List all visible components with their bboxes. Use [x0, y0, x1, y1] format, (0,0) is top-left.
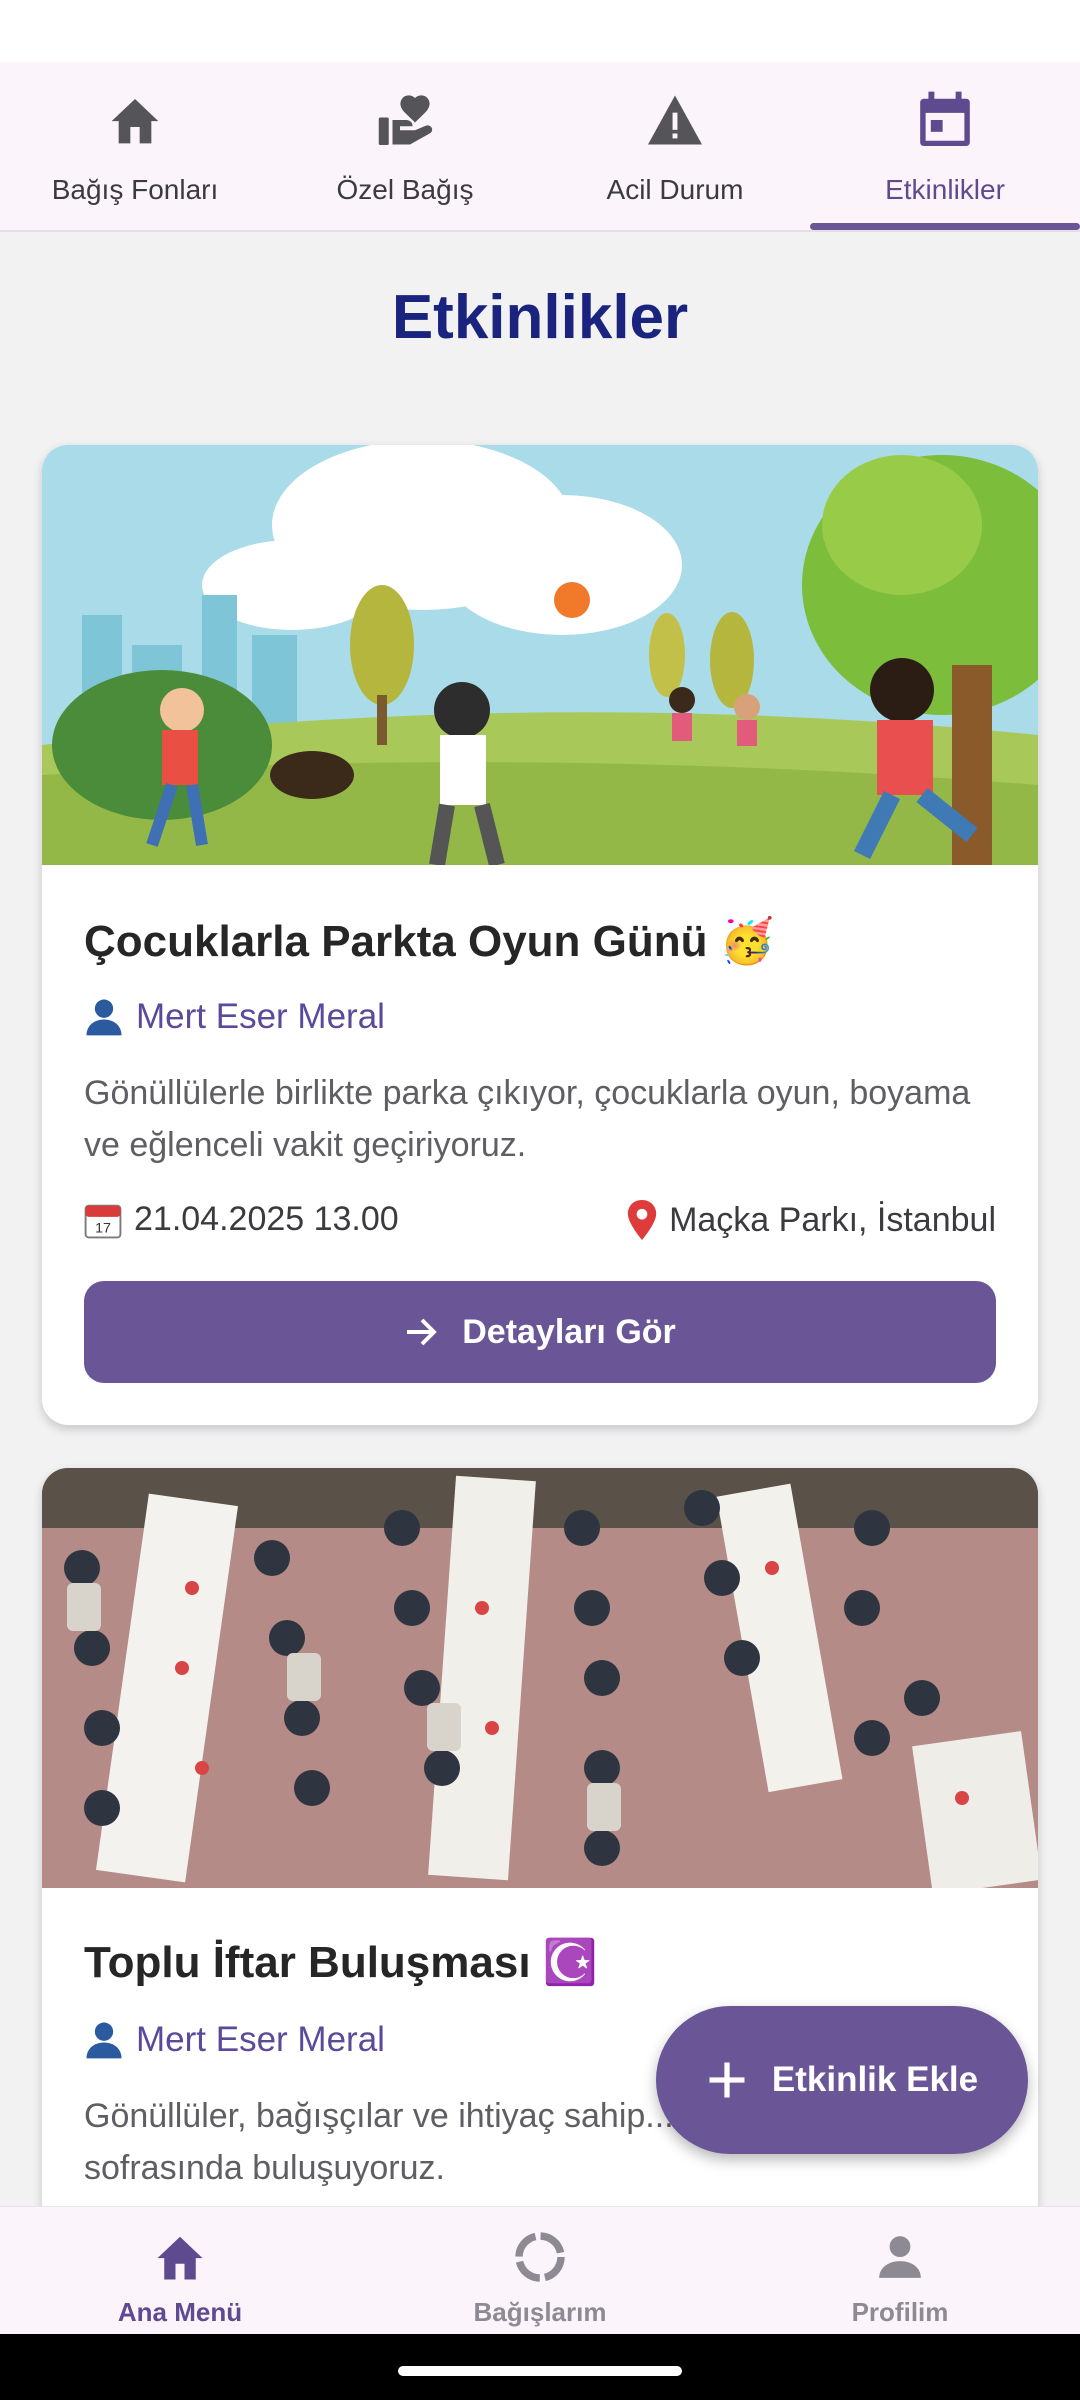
details-button-label: Detayları Gör — [462, 1312, 676, 1351]
add-event-button[interactable]: Etkinlik Ekle — [656, 2006, 1028, 2154]
author-name: Mert Eser Meral — [136, 2020, 385, 2059]
tab-label: Bağış Fonları — [51, 174, 219, 205]
event-description: Gönüllülerle birlikte parka çıkıyor, çoc… — [84, 1074, 971, 1164]
bottom-navigation: Ana Menü Bağışlarım Profilim — [0, 2206, 1080, 2334]
tab-ozel-bagis[interactable]: Özel Bağış — [270, 62, 540, 232]
person-icon — [84, 997, 124, 1037]
nav-label: Ana Menü — [117, 2297, 243, 2327]
event-title: Çocuklarla Parkta Oyun Günü 🥳 — [84, 917, 775, 966]
event-date-text: 21.04.2025 13.00 — [134, 1200, 399, 1238]
nav-bagislarim[interactable]: Bağışlarım — [360, 2207, 720, 2335]
tab-bagis-fonlari[interactable]: Bağış Fonları — [0, 62, 270, 232]
add-event-label: Etkinlik Ekle — [771, 2060, 979, 2099]
volunteer-hand-heart-icon — [270, 88, 540, 152]
top-tab-bar: Bağış Fonları Özel Bağış Acil Durum Etki… — [0, 62, 1080, 232]
event-author: Mert Eser Meral — [84, 2020, 385, 2060]
event-location: Maçka Parkı, İstanbul — [627, 1200, 996, 1240]
warning-icon — [540, 88, 810, 152]
tab-label: Acil Durum — [606, 174, 744, 205]
event-date: 17 21.04.2025 13.00 — [84, 1200, 399, 1239]
event-author: Mert Eser Meral — [84, 997, 385, 1037]
author-name: Mert Eser Meral — [136, 997, 385, 1036]
progress-ring-icon — [360, 2229, 720, 2285]
event-meta: 17 21.04.2025 13.00 Maçka Parkı, İstanbu… — [84, 1200, 996, 1250]
calendar-emoji-icon: 17 — [84, 1201, 122, 1239]
active-tab-indicator — [810, 223, 1080, 230]
details-button[interactable]: Detayları Gör — [84, 1281, 996, 1383]
person-icon — [84, 2020, 124, 2060]
tab-acil-durum[interactable]: Acil Durum — [540, 62, 810, 232]
status-bar — [0, 0, 1080, 62]
pin-icon — [627, 1200, 657, 1240]
event-image — [42, 445, 1038, 865]
home-gesture-handle[interactable] — [398, 2366, 682, 2376]
page-title: Etkinlikler — [391, 283, 689, 352]
system-navigation-bar — [0, 2334, 1080, 2400]
tab-etkinlikler[interactable]: Etkinlikler — [810, 62, 1080, 232]
event-title: Toplu İftar Buluşması ☪️ — [84, 1938, 598, 1987]
tab-label: Özel Bağış — [336, 174, 474, 205]
event-card: Çocuklarla Parkta Oyun Günü 🥳 Mert Eser … — [42, 445, 1038, 1425]
plus-icon — [706, 2059, 748, 2101]
home-icon — [0, 88, 270, 152]
nav-label: Bağışlarım — [473, 2297, 607, 2327]
event-location-text: Maçka Parkı, İstanbul — [669, 1200, 996, 1239]
tab-label: Etkinlikler — [885, 174, 1005, 205]
nav-label: Profilim — [851, 2297, 949, 2327]
arrow-right-icon — [404, 1314, 440, 1350]
nav-ana-menu[interactable]: Ana Menü — [0, 2207, 360, 2335]
calendar-icon — [810, 88, 1080, 152]
home-icon — [0, 2229, 360, 2285]
nav-profilim[interactable]: Profilim — [720, 2207, 1080, 2335]
svg-text:17: 17 — [95, 1220, 111, 1236]
person-icon — [720, 2229, 1080, 2285]
event-image — [42, 1468, 1038, 1888]
